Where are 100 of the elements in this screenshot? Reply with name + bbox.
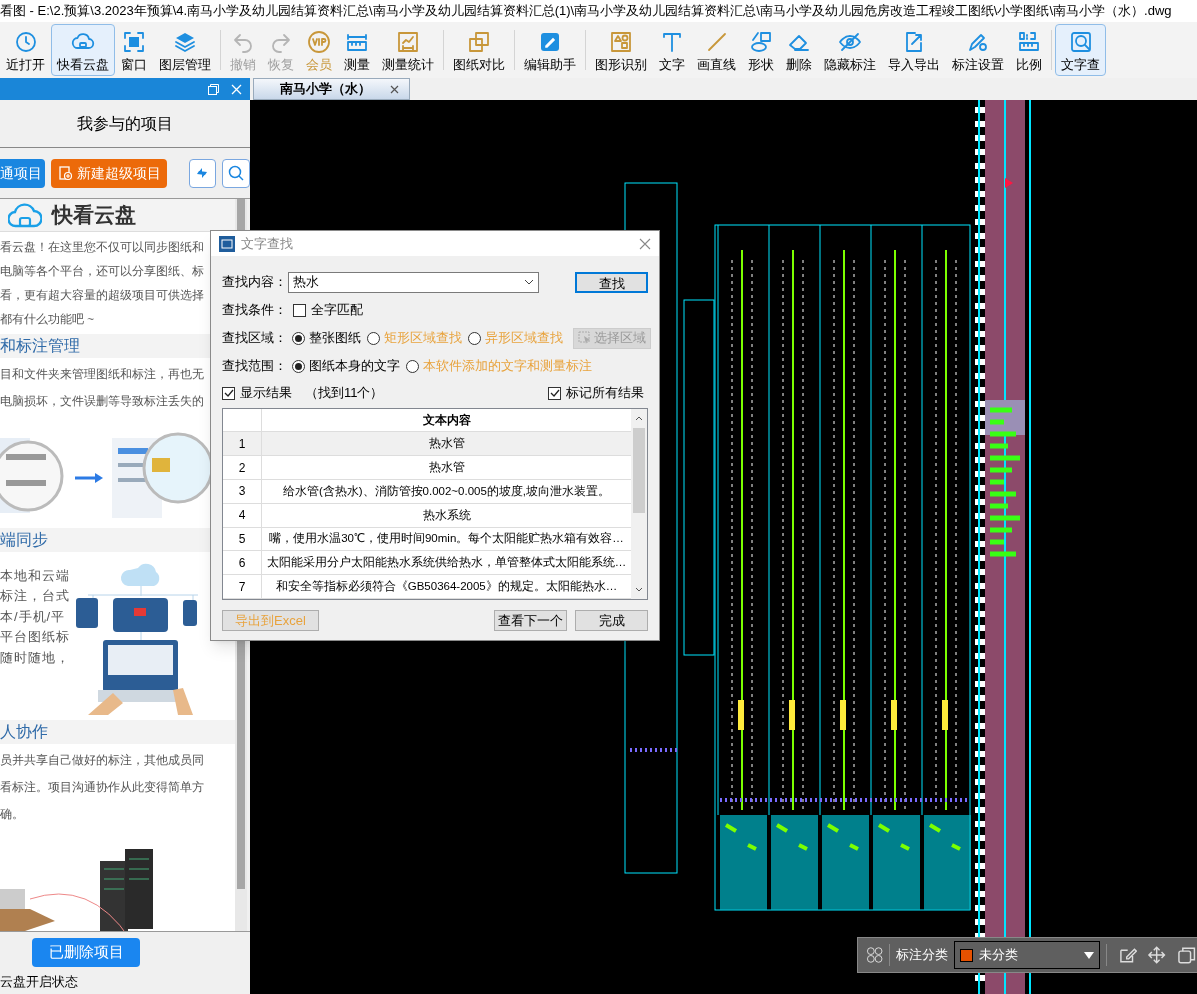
result-row[interactable]: 7 和安全等指标必须符合《GB50364-2005》的规定。太阳能热水… bbox=[223, 575, 631, 599]
window-title: 看图 - E:\2.预算\3.2023年预算\4.南马小学及幼儿园结算资料汇总\南马小学及幼儿园结算资料汇总(1)\南马小学及幼儿园结算资料汇总\南马小学及幼儿园危房改造工程竣工图纸\小学图纸\南马小学（水）.dwg bbox=[0, 2, 1172, 21]
field-label: 查找内容： bbox=[222, 273, 288, 292]
project-button[interactable]: 通项目 bbox=[0, 158, 45, 188]
result-row[interactable]: 1 热水管 bbox=[223, 432, 631, 457]
toolbar-button[interactable]: 图形识别 bbox=[589, 24, 653, 76]
toolbar-button[interactable]: 隐藏标注 bbox=[818, 24, 882, 76]
scrollbar[interactable] bbox=[631, 409, 647, 599]
radio-label: 矩形区域查找 bbox=[384, 329, 462, 347]
section-text: 确。 bbox=[0, 806, 24, 822]
dialog-button[interactable]: 查看下一个 bbox=[494, 609, 567, 631]
toolbar-button[interactable]: 图纸对比 bbox=[447, 24, 511, 76]
category-dropdown[interactable]: 未分类 bbox=[954, 941, 1100, 969]
section-text: 目和文件夹来管理图纸和标注，再也无 bbox=[0, 366, 204, 382]
dialog-title: 文字查找 bbox=[241, 234, 293, 253]
toolbar-button[interactable]: 测量 bbox=[338, 24, 376, 76]
text-search-icon bbox=[1068, 29, 1093, 54]
shape-pen-icon bbox=[749, 29, 773, 54]
dashed-selection-icon bbox=[578, 331, 592, 345]
checkbox-label: 标记所有结果 bbox=[566, 384, 644, 403]
radio-button[interactable] bbox=[468, 331, 481, 345]
radio-label: 整张图纸 bbox=[309, 329, 361, 347]
toolbar-button[interactable]: 比例 bbox=[1010, 24, 1048, 76]
search-field[interactable]: 热水 bbox=[288, 271, 539, 293]
copy-icon bbox=[1176, 945, 1196, 965]
toolbar-button[interactable]: 窗口 bbox=[115, 24, 153, 76]
document-tab[interactable]: 南马小学（水） bbox=[253, 78, 410, 100]
intro-text: 看云盘！在这里您不仅可以同步图纸和 bbox=[0, 239, 204, 255]
move-icon bbox=[1147, 945, 1167, 965]
radio-label: 图纸本身的文字 bbox=[309, 357, 400, 375]
section-text: 看标注。项目沟通协作从此变得简单方 bbox=[0, 779, 204, 795]
overlapping-squares-icon bbox=[467, 29, 491, 54]
scale-icon bbox=[1017, 29, 1041, 54]
result-row[interactable]: 4 热水系统 bbox=[223, 503, 631, 528]
chart-icon bbox=[396, 29, 420, 54]
toolbar-button[interactable]: 近打开 bbox=[0, 24, 51, 76]
result-count: （找到11个） bbox=[305, 384, 384, 403]
toolbar-button[interactable]: 图层管理 bbox=[153, 24, 217, 76]
chevron-up-icon bbox=[635, 416, 643, 421]
section-text: 员并共享自己做好的标注，其他成员同 bbox=[0, 752, 204, 768]
checkbox[interactable] bbox=[548, 386, 561, 400]
toolbar-button[interactable]: 删除 bbox=[780, 24, 818, 76]
result-row[interactable]: 2 热水管 bbox=[223, 456, 631, 480]
dropdown-arrow-icon bbox=[1083, 951, 1094, 959]
grid-icon bbox=[866, 946, 884, 964]
app-logo-icon bbox=[219, 235, 235, 252]
toolbar-button[interactable]: 导入导出 bbox=[882, 24, 946, 76]
field-label: 查找条件： bbox=[222, 301, 288, 320]
vip-icon bbox=[307, 29, 331, 54]
section-text: 随时随地， bbox=[0, 648, 68, 667]
section-text: 标注，台式 bbox=[0, 587, 68, 605]
dialog-button[interactable]: 完成 bbox=[575, 609, 648, 631]
intro-text: 电脑等各个平台，还可以分享图纸、标 bbox=[0, 263, 204, 279]
result-row[interactable]: 6 太阳能采用分户太阳能热水系统供给热水，单管整体式太阳能系统… bbox=[223, 551, 631, 576]
section-text: 平台图纸标 bbox=[0, 628, 68, 646]
section-heading: 人协作 bbox=[0, 721, 48, 742]
restore-icon bbox=[208, 83, 219, 95]
search-button[interactable] bbox=[222, 158, 250, 188]
sync-button[interactable] bbox=[188, 158, 217, 188]
intro-text: 都有什么功能吧 ~ bbox=[0, 311, 94, 327]
cloud-title: 快看云盘 bbox=[52, 202, 136, 228]
section-heading: 端同步 bbox=[0, 529, 48, 550]
close-icon bbox=[231, 83, 242, 95]
section-text: 电脑损坏，文件误删等导致标注丢失的 bbox=[0, 393, 204, 409]
toolbar-button[interactable]: 文字 bbox=[653, 24, 691, 76]
section-text: 本地和云端 bbox=[0, 566, 68, 585]
section-heading: 和标注管理 bbox=[0, 335, 80, 356]
close-icon bbox=[390, 84, 399, 94]
radio-button[interactable] bbox=[406, 359, 419, 373]
radio-button[interactable] bbox=[367, 331, 380, 345]
toolbar-button[interactable]: 画直线 bbox=[691, 24, 742, 76]
toolbar-button[interactable]: 快看云盘 bbox=[51, 24, 115, 76]
checkbox[interactable] bbox=[222, 386, 235, 400]
panel-title: 我参与的项目 bbox=[77, 113, 173, 134]
close-icon bbox=[639, 237, 651, 250]
chevron-down-icon bbox=[635, 587, 643, 592]
cloud-icon bbox=[8, 201, 42, 228]
field-label: 查找范围： bbox=[222, 357, 288, 376]
deleted-projects-button[interactable]: 已删除项目 bbox=[32, 937, 140, 967]
section-text: 本/手机/平 bbox=[0, 607, 67, 626]
radio-label: 异形区域查找 bbox=[485, 329, 563, 347]
toolbar-button[interactable]: 文字查 bbox=[1055, 24, 1106, 76]
search-icon bbox=[227, 164, 246, 182]
find-button[interactable]: 查找 bbox=[575, 271, 648, 293]
checkbox-label: 显示结果 bbox=[240, 384, 292, 403]
toolbar-button[interactable]: 测量统计 bbox=[376, 24, 440, 76]
result-row[interactable]: 3 给水管(含热水)、消防管按0.002~0.005的坡度,坡向泄水装置。 bbox=[223, 479, 631, 504]
window-icon bbox=[122, 29, 146, 54]
toolbar-button[interactable]: 标注设置 bbox=[946, 24, 1010, 76]
checkbox[interactable] bbox=[293, 303, 306, 317]
radio-label: 本软件添加的文字和测量标注 bbox=[423, 357, 592, 375]
chevron-down-icon bbox=[524, 279, 534, 285]
result-row[interactable]: 5 嘴，使用水温30℃，使用时间90min。每个太阳能贮热水箱有效容… bbox=[223, 527, 631, 552]
toolbar-button[interactable]: 编辑助手 bbox=[518, 24, 582, 76]
radio-button[interactable] bbox=[292, 331, 305, 345]
clock-icon bbox=[13, 29, 38, 54]
toolbar-button[interactable]: 形状 bbox=[742, 24, 780, 76]
radio-button[interactable] bbox=[292, 359, 305, 373]
document-plus-icon bbox=[57, 165, 73, 181]
intro-text: 看，更有超大容量的超级项目可供选择 bbox=[0, 287, 204, 303]
